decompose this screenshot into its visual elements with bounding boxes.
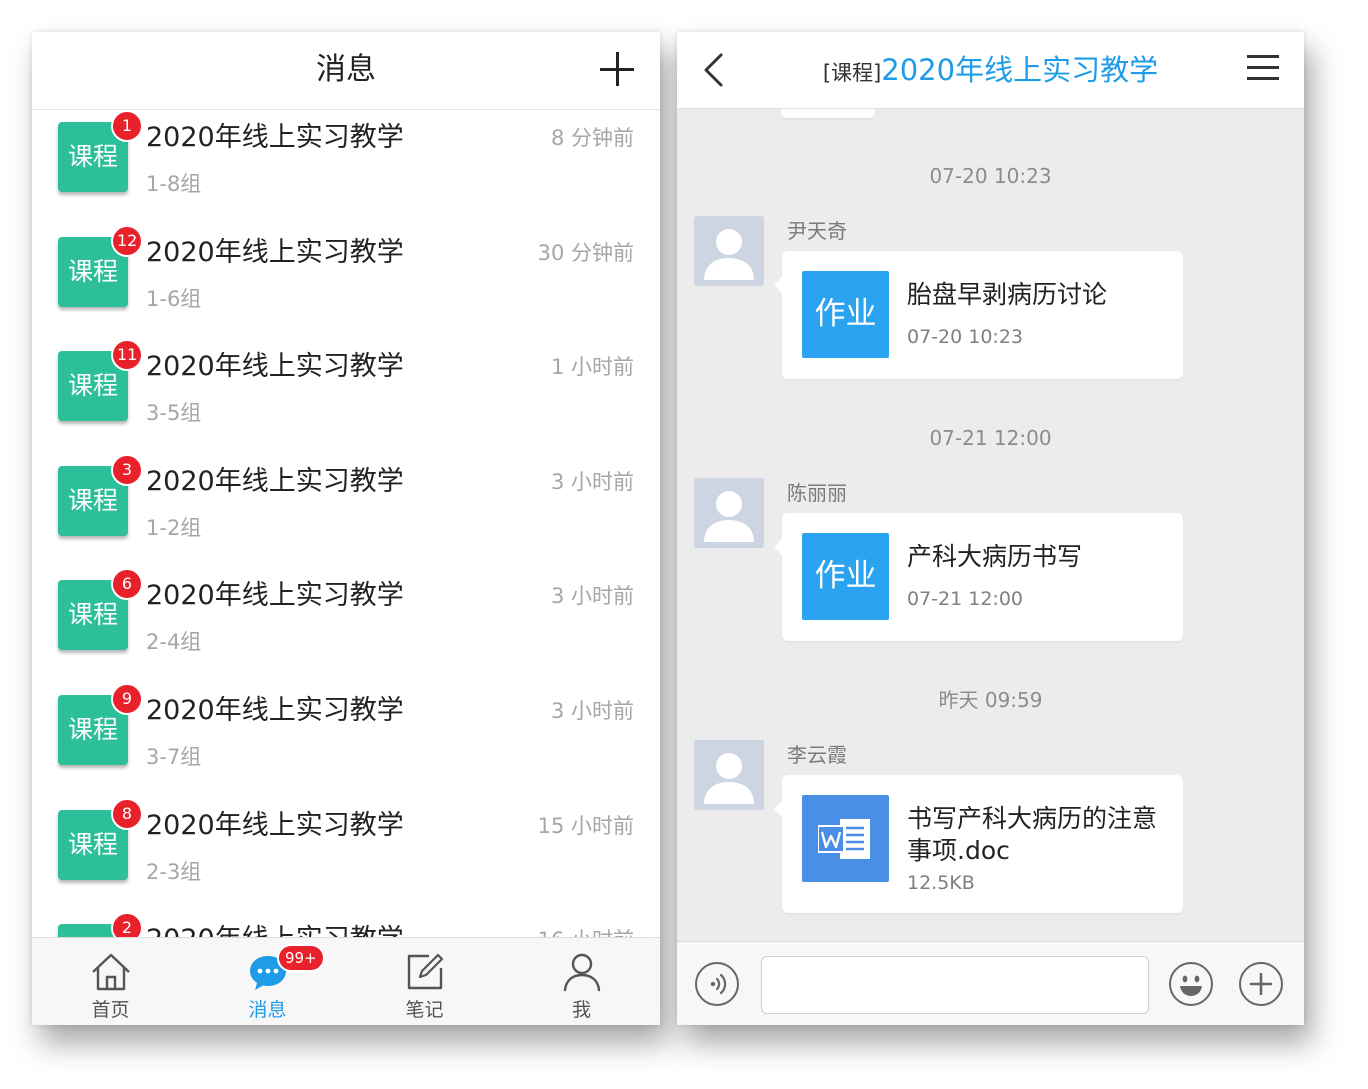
tab-label: 首页	[91, 999, 130, 1021]
conversation-time: 3 小时前	[550, 698, 634, 723]
conversation-item[interactable]: 课程 11 2020年线上实习教学 3-5组 1 小时前	[32, 339, 660, 454]
tab-me[interactable]: 我	[503, 938, 660, 1025]
unread-badge: 6	[111, 568, 143, 601]
attachment-title: 胎盘早剥病历讨论	[907, 280, 1108, 309]
messages-header: 消息	[32, 32, 660, 110]
tab-label: 笔记	[405, 999, 444, 1021]
more-plus-button[interactable]	[1239, 962, 1283, 1006]
add-plus-icon[interactable]	[600, 52, 634, 86]
plus-icon	[1250, 973, 1272, 995]
unread-badge: 8	[111, 797, 143, 830]
tab-messages[interactable]: 99+ 消息	[189, 938, 346, 1025]
conversation-item[interactable]: 课程 1 2020年线上实习教学 1-8组 8 分钟前	[32, 110, 660, 225]
voice-icon	[710, 973, 727, 995]
conversation-name: 2020年线上实习教学	[146, 465, 404, 497]
tab-notes[interactable]: 笔记	[346, 938, 503, 1025]
homework-message[interactable]: 作业 胎盘早剥病历讨论 07-20 10:23	[774, 251, 1183, 379]
note-edit-icon	[407, 953, 444, 990]
voice-button[interactable]	[695, 962, 739, 1006]
conversation-item[interactable]: 课程 3 2020年线上实习教学 1-2组 3 小时前	[32, 453, 660, 569]
conversation-subtitle: 3-7组	[146, 744, 202, 769]
homework-icon: 作业	[802, 533, 889, 620]
attachment-date: 07-20 10:23	[907, 326, 1024, 348]
tab-home[interactable]: 首页	[32, 938, 189, 1025]
attachment-date: 07-21 12:00	[907, 588, 1024, 610]
sender-name: 陈丽丽	[787, 481, 847, 505]
chat-header: [课程]2020年线上实习教学	[677, 32, 1304, 109]
chat-input-bar	[677, 941, 1304, 1025]
conversation-time: 30 分钟前	[537, 240, 634, 265]
conversation-name: 2020年线上实习教学	[146, 236, 404, 268]
conversation-subtitle: 1-6组	[146, 286, 202, 311]
unread-badge: 3	[111, 453, 143, 486]
file-message[interactable]: 书写产科大病历的注意事项.doc 12.5KB	[774, 775, 1183, 913]
unread-badge: 11	[111, 339, 144, 372]
avatar[interactable]	[694, 478, 764, 548]
tab-unread-badge: 99+	[277, 944, 325, 972]
home-icon	[92, 953, 130, 991]
default-avatar-icon	[704, 491, 754, 542]
conversation-list: 课程 1 2020年线上实习教学 1-8组 8 分钟前 课程 12 2020年线…	[32, 110, 660, 1025]
homework-icon: 作业	[802, 271, 889, 358]
page-title: 消息	[316, 52, 376, 87]
conversation-time: 15 小时前	[537, 813, 634, 838]
conversation-subtitle: 2-3组	[146, 859, 202, 884]
conversation-item[interactable]: 课程 9 2020年线上实习教学 3-7组 3 小时前	[32, 682, 660, 798]
tab-label: 消息	[248, 999, 287, 1021]
unread-badge: 12	[111, 224, 144, 257]
attachment-title: 产科大病历书写	[907, 542, 1083, 571]
sender-name: 李云霞	[787, 743, 847, 767]
message-input[interactable]	[761, 956, 1149, 1014]
conversation-name: 2020年线上实习教学	[146, 122, 404, 153]
conversation-name: 2020年线上实习教学	[146, 580, 404, 612]
conversation-name: 2020年线上实习教学	[146, 809, 404, 841]
conversation-subtitle: 1-2组	[146, 515, 202, 540]
previous-message-bubble	[781, 108, 875, 118]
message-timestamp: 07-21 12:00	[929, 426, 1052, 450]
homework-message[interactable]: 作业 产科大病历书写 07-21 12:00	[774, 513, 1183, 641]
chat-screen: [课程]2020年线上实习教学 07-20 10:23 尹天奇 作业 胎盘早剥病…	[677, 32, 1304, 1025]
conversation-time: 3 小时前	[550, 469, 634, 494]
avatar[interactable]	[694, 740, 764, 810]
bottom-tab-bar: 首页 99+ 消息 笔记 我	[32, 937, 660, 1025]
default-avatar-icon	[704, 229, 754, 280]
emoji-button[interactable]	[1169, 962, 1213, 1006]
conversation-item[interactable]: 课程 8 2020年线上实习教学 2-3组 15 小时前	[32, 797, 660, 913]
menu-icon[interactable]	[1247, 55, 1279, 81]
conversation-time: 1 小时前	[550, 355, 634, 380]
word-doc-icon	[802, 795, 889, 882]
conversation-item[interactable]: 课程 12 2020年线上实习教学 1-6组 30 分钟前	[32, 224, 660, 340]
chat-title: [课程]2020年线上实习教学	[677, 50, 1304, 95]
conversation-item[interactable]: 课程 6 2020年线上实习教学 2-4组 3 小时前	[32, 568, 660, 683]
conversation-subtitle: 2-4组	[146, 630, 202, 655]
message-timestamp: 07-20 10:23	[929, 164, 1052, 188]
conversation-subtitle: 3-5组	[146, 401, 202, 426]
chat-title-main: 2020年线上实习教学	[881, 53, 1159, 87]
avatar[interactable]	[694, 216, 764, 286]
message-timestamp: 昨天 09:59	[938, 688, 1043, 712]
tab-label: 我	[571, 999, 591, 1021]
unread-badge: 1	[111, 110, 143, 142]
conversation-time: 8 分钟前	[550, 126, 634, 150]
conversation-name: 2020年线上实习教学	[146, 351, 404, 383]
sender-name: 尹天奇	[787, 219, 847, 243]
message-list-screen: 消息 课程 1 2020年线上实习教学 1-8组 8 分钟前 课程 12 202…	[32, 32, 660, 1025]
unread-badge: 9	[111, 682, 143, 715]
attachment-title: 书写产科大病历的注意事项.doc	[907, 804, 1158, 865]
file-size: 12.5KB	[907, 872, 975, 894]
conversation-subtitle: 1-8组	[146, 172, 202, 196]
smiley-icon	[1180, 975, 1202, 996]
user-icon	[563, 953, 601, 992]
conversation-name: 2020年线上实习教学	[146, 694, 404, 726]
chat-title-prefix: [课程]	[822, 61, 882, 85]
conversation-time: 3 小时前	[550, 584, 634, 609]
default-avatar-icon	[704, 753, 754, 804]
